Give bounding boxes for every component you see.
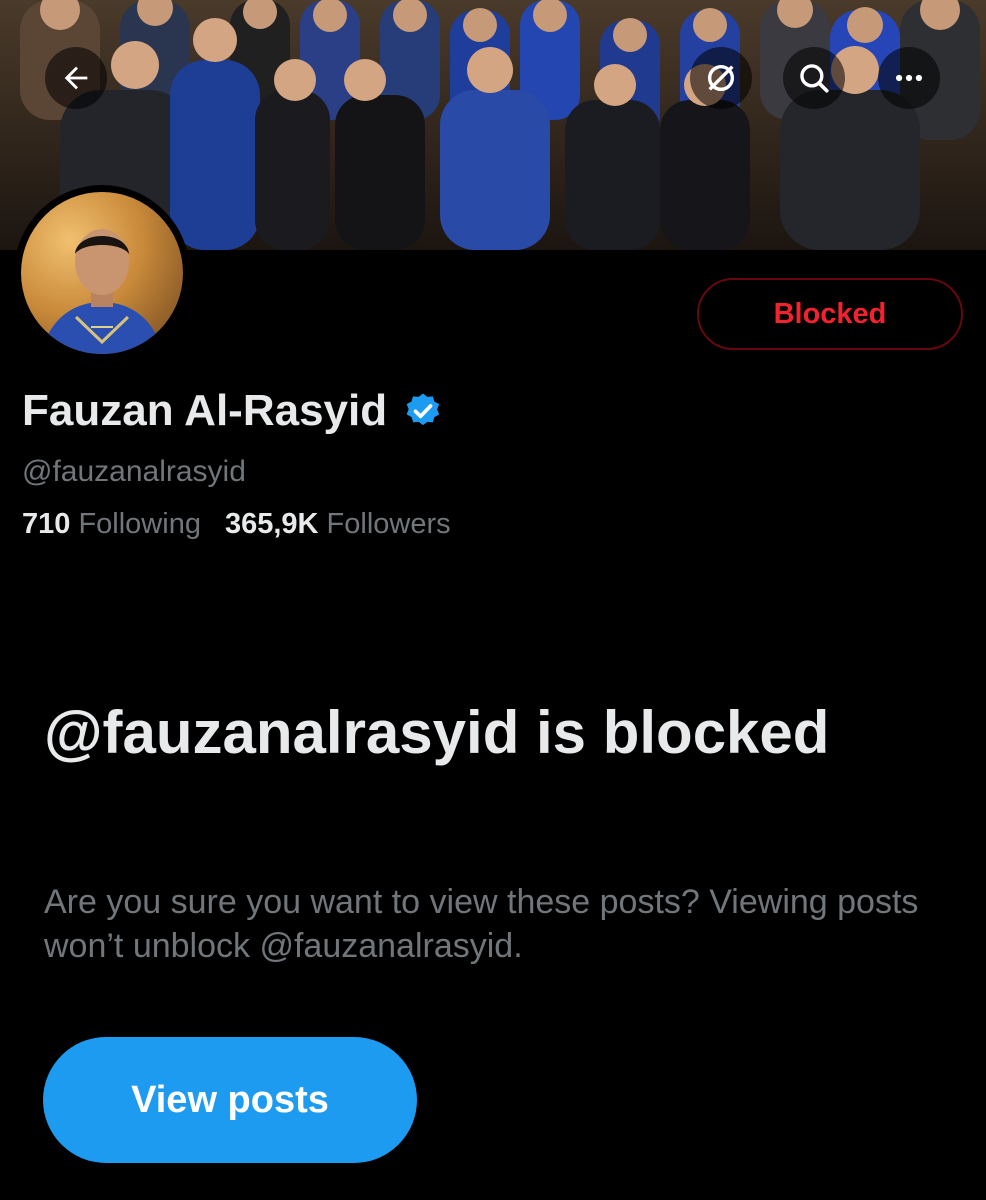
verified-badge-icon[interactable]: [403, 391, 443, 431]
profile-stats: 710 Following 365,9K Followers: [22, 508, 475, 541]
followers-stat[interactable]: 365,9K Followers: [225, 508, 451, 541]
following-count: 710: [22, 508, 79, 540]
followers-count: 365,9K: [224, 508, 327, 540]
search-button[interactable]: [783, 47, 845, 109]
profile-handle: @fauzanalrasyid: [22, 455, 246, 488]
blocked-button-label: Blocked: [773, 297, 887, 330]
more-horizontal-icon: [895, 74, 923, 82]
following-stat[interactable]: 710 Following: [22, 508, 201, 541]
more-button[interactable]: [878, 47, 940, 109]
avatar-image: [21, 192, 183, 354]
followers-label: Followers: [326, 508, 451, 540]
following-label: Following: [78, 508, 201, 540]
blocked-button[interactable]: Blocked: [697, 278, 963, 350]
arrow-left-icon: [64, 66, 88, 90]
view-posts-button[interactable]: View posts: [43, 1037, 417, 1163]
grok-button[interactable]: [690, 47, 752, 109]
blocked-notice-title: @fauzanalrasyid is blocked: [44, 699, 830, 766]
search-icon: [800, 64, 829, 93]
blocked-notice-description: Are you sure you want to view these post…: [44, 883, 919, 965]
back-button[interactable]: [45, 47, 107, 109]
profile-display-name-row: Fauzan Al-Rasyid: [22, 386, 443, 436]
profile-avatar[interactable]: [14, 185, 190, 361]
view-posts-button-label: View posts: [131, 1078, 329, 1121]
profile-display-name: Fauzan Al-Rasyid: [22, 386, 388, 435]
no-signal-icon: [707, 64, 735, 92]
